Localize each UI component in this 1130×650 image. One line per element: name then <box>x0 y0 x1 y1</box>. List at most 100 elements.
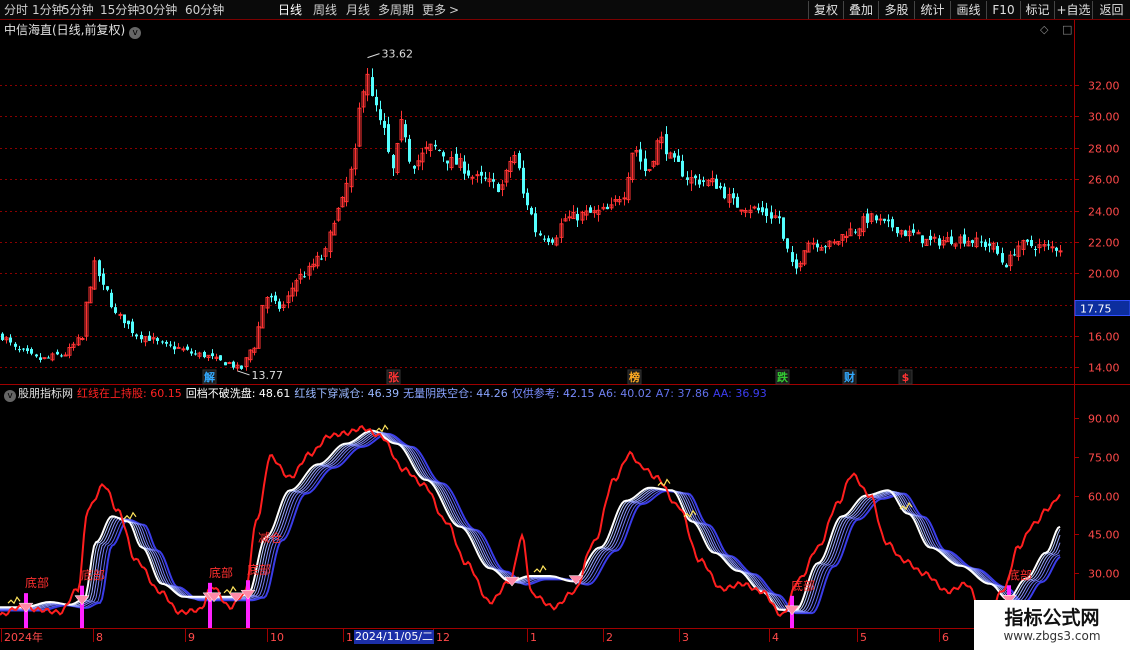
candle-body-up <box>932 236 937 239</box>
candle-body-down <box>912 229 915 233</box>
candle-body-down <box>303 276 306 278</box>
time-label: 5 <box>860 631 867 644</box>
candle-body-down <box>1026 239 1029 242</box>
date-cursor-label: 2024/11/05/二 <box>354 630 434 644</box>
candle-body-down <box>526 192 529 206</box>
candle-body-up <box>878 218 883 221</box>
candle-body-down <box>698 179 701 185</box>
candle-body-down <box>165 341 168 344</box>
candle-body-down <box>770 212 773 219</box>
candle-body-up <box>1058 250 1063 253</box>
candle-body-down <box>219 355 222 361</box>
candle-body-down <box>765 208 768 216</box>
candle-body-down <box>392 155 395 169</box>
indicator-tick-label: 75.00 <box>1088 452 1120 465</box>
candle-body-down <box>387 124 390 152</box>
candle-body-down <box>56 351 59 355</box>
candle-body-down <box>866 213 869 223</box>
event-marker-label: $ <box>902 371 910 384</box>
candle-body-down <box>446 160 449 164</box>
candle-body-down <box>9 337 12 343</box>
candle-body-down <box>757 207 760 211</box>
event-marker-5: $ <box>898 369 913 385</box>
price-tick-label: 32.00 <box>1088 80 1120 93</box>
candle-body-down <box>320 258 323 260</box>
time-label: 9 <box>188 631 195 644</box>
candle-body-down <box>719 186 722 188</box>
event-marker-label: 跌 <box>777 370 789 384</box>
candle-body-down <box>60 355 63 357</box>
bottom-signal-bar <box>246 580 250 628</box>
candle-body-down <box>22 348 25 350</box>
watermark-url: www.zbgs3.com <box>1003 629 1101 643</box>
price-tick-label: 14.00 <box>1088 362 1120 375</box>
candle-body-down <box>383 120 386 128</box>
bottom-signal-label: 底部 <box>25 575 49 590</box>
candle-body-down <box>438 149 441 151</box>
bottom-signal-label: 底部 <box>81 568 105 583</box>
candle-body-down <box>240 365 243 369</box>
indicator-tick-label: 60.00 <box>1088 491 1120 504</box>
candle-body-down <box>543 238 546 240</box>
candle-body-down <box>35 354 38 357</box>
candle-body-down <box>467 170 470 176</box>
candle-body-down <box>1001 253 1004 263</box>
time-label: 2024年 <box>4 630 43 644</box>
candle-body-down <box>140 334 143 340</box>
candle-body-down <box>463 161 466 174</box>
candle-body-up <box>176 346 181 349</box>
candle-body-down <box>984 241 987 247</box>
candle-body-down <box>673 153 676 158</box>
event-marker-label: 解 <box>204 370 215 384</box>
high-label: 33.62 <box>382 48 414 61</box>
candle-body-down <box>761 207 764 213</box>
candle-body-down <box>169 344 172 346</box>
time-axis: 2024年 8 9 10 1 12 1 2 3 4 5 6 <box>1 629 949 644</box>
time-label: 8 <box>96 631 103 644</box>
time-label: 10 <box>270 631 284 644</box>
bottom-signal-label: 底部 <box>209 565 233 580</box>
price-tick-label: 16.00 <box>1088 331 1120 344</box>
candle-body-up <box>227 362 232 365</box>
candle-body-down <box>127 320 130 325</box>
event-marker-0: 解 <box>202 369 217 385</box>
candle-body-down <box>816 243 819 248</box>
price-tick-label: 22.00 <box>1088 237 1120 250</box>
candle-body-down <box>1005 264 1008 268</box>
candle-body-down <box>1047 244 1050 246</box>
time-label: 4 <box>772 631 779 644</box>
candle-body-down <box>224 362 227 366</box>
candle-body-down <box>497 184 500 193</box>
indicator-tick-label: 45.00 <box>1088 529 1120 542</box>
candle-body-down <box>547 238 550 242</box>
indicator-lines <box>0 425 1061 624</box>
candle-body-down <box>518 153 521 169</box>
bottom-signal-label: 底部 <box>1008 567 1032 582</box>
candle-body-down <box>156 338 159 341</box>
bottom-signal-bar <box>80 585 84 628</box>
candle-body-down <box>375 96 378 106</box>
candle-body-up <box>181 348 186 351</box>
candle-body-up <box>647 168 652 171</box>
candles <box>1 68 1063 372</box>
candle-body-down <box>681 160 684 177</box>
chart-canvas: 14.0016.0018.0020.0022.0024.0026.0028.00… <box>0 20 1130 650</box>
indicator-tick-label: 90.00 <box>1088 413 1120 426</box>
candle-body-down <box>211 353 214 357</box>
price-tick-label: 30.00 <box>1088 111 1120 124</box>
candle-body-down <box>371 77 374 96</box>
candle-body-down <box>644 158 647 171</box>
price-tick-label: 26.00 <box>1088 174 1120 187</box>
candle-body-down <box>455 153 458 165</box>
candle-body-down <box>778 216 781 219</box>
candle-body-down <box>278 301 281 309</box>
event-marker-label: 张 <box>388 370 400 384</box>
candle-body-down <box>996 246 999 254</box>
candle-body-down <box>434 144 437 147</box>
candle-body-down <box>786 238 789 249</box>
bottom-signal-label: 底部 <box>247 562 271 577</box>
candle-body-down <box>522 167 525 194</box>
candle-body-down <box>274 295 277 301</box>
candle-body-down <box>102 273 105 285</box>
candle-body-down <box>404 124 407 138</box>
